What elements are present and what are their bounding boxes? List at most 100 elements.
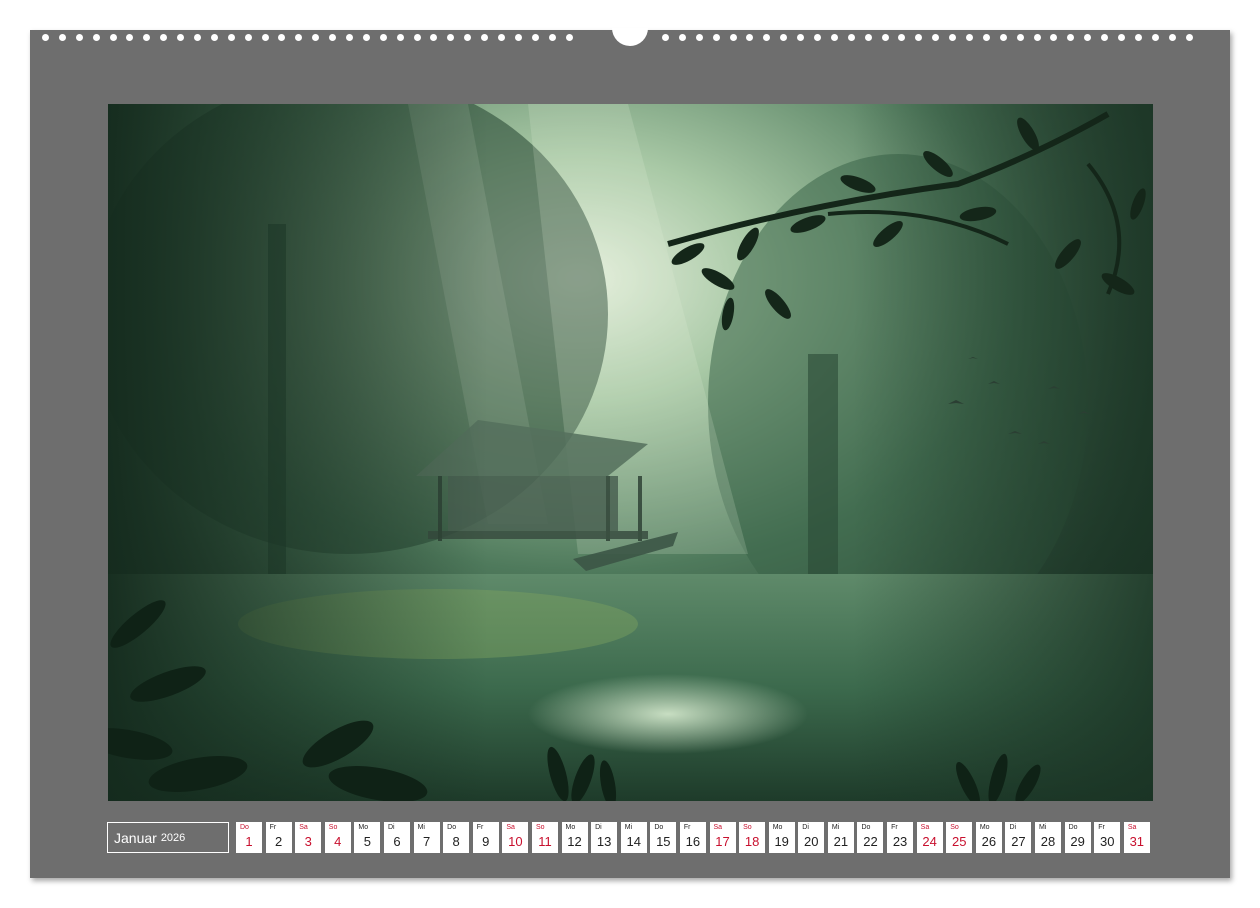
binding-hole: [42, 34, 49, 41]
weekday-label: Fr: [269, 824, 277, 831]
weekday-label: Fr: [891, 824, 898, 831]
weekday-label: Mo: [358, 824, 369, 831]
binding-hole: [847, 34, 855, 41]
day-cell: Fr 16: [679, 822, 706, 853]
binding-hole: [1016, 34, 1024, 41]
binding-hole: [814, 34, 822, 41]
binding-hole: [295, 34, 303, 41]
binding-hole: [531, 34, 539, 41]
day-number: 26: [981, 834, 997, 849]
binding-hole: [695, 34, 703, 41]
binding-hole: [1101, 34, 1109, 41]
weekday-label: Do: [1068, 824, 1078, 831]
binding-hole: [143, 34, 151, 41]
day-cell: Do 22: [857, 822, 884, 853]
binding-hole: [763, 34, 771, 41]
day-number: 16: [685, 834, 701, 849]
day-number: 12: [567, 834, 582, 849]
weekday-label: So: [535, 824, 545, 831]
month-label-box: Januar 2026: [107, 822, 229, 853]
binding-hole: [109, 34, 117, 41]
day-cell: Do 29: [1064, 822, 1091, 853]
binding-hole: [999, 34, 1007, 41]
weekday-label: Do: [654, 824, 664, 831]
weekday-label: So: [950, 824, 959, 831]
day-cell: Sa 10: [502, 822, 529, 853]
binding-hole: [1168, 34, 1176, 41]
binding-hole: [949, 34, 957, 41]
binding-hole: [430, 34, 438, 41]
binding-hole: [464, 34, 472, 41]
day-cell: Mo 19: [768, 822, 795, 853]
weekday-label: Do: [240, 824, 249, 831]
weekday-label: Sa: [299, 824, 308, 831]
weekday-label: Mi: [1039, 824, 1047, 831]
weekday-label: Sa: [1127, 824, 1137, 831]
binding-hole: [244, 34, 252, 41]
binding-hole: [881, 34, 889, 41]
weekday-label: So: [743, 824, 752, 831]
binding-hole: [346, 34, 354, 41]
binding-hole: [1033, 34, 1041, 41]
day-cell: Fr 2: [265, 822, 292, 853]
day-cell: So 4: [324, 822, 351, 853]
binding-hole: [447, 34, 455, 41]
day-number: 18: [744, 834, 760, 849]
weekday-label: Di: [595, 824, 602, 831]
day-number: 3: [304, 834, 312, 849]
day-number: 20: [804, 834, 819, 849]
weekday-label: Fr: [1098, 824, 1105, 831]
spiral-binding: [30, 28, 1230, 46]
binding-hole: [92, 34, 100, 41]
day-number: 29: [1070, 834, 1085, 849]
binding-holes-left: [42, 34, 573, 41]
day-number: 5: [363, 834, 371, 849]
binding-hole: [780, 34, 788, 41]
day-cell: Sa 24: [916, 822, 943, 853]
weekday-label: Mi: [417, 824, 425, 831]
month-year: 2026: [160, 831, 186, 844]
day-number: 19: [774, 834, 789, 849]
binding-hole: [662, 34, 669, 41]
day-number: 30: [1099, 834, 1115, 849]
day-cell: Do 15: [650, 822, 677, 853]
binding-hole: [498, 34, 506, 41]
day-number: 2: [274, 834, 283, 849]
binding-hole: [864, 34, 872, 41]
weekday-label: Fr: [683, 824, 691, 831]
day-number: 31: [1129, 834, 1145, 849]
day-cell: Mo 12: [561, 822, 588, 853]
binding-hole: [362, 34, 370, 41]
binding-hole: [1185, 34, 1193, 41]
day-cell: Di 20: [798, 822, 825, 853]
day-cell: Sa 17: [709, 822, 736, 853]
binding-holes-right: [662, 34, 1193, 41]
binding-hole: [126, 34, 134, 41]
binding-hole: [746, 34, 754, 41]
day-cell: Fr 9: [472, 822, 499, 853]
binding-hole: [1118, 34, 1126, 41]
binding-hole: [278, 34, 286, 41]
binding-hole: [160, 34, 168, 41]
binding-hole: [565, 34, 573, 41]
binding-hole: [915, 34, 923, 41]
binding-hole: [898, 34, 906, 41]
day-number: 25: [952, 834, 967, 849]
weekday-label: Sa: [506, 824, 515, 831]
day-cell: So 11: [531, 822, 558, 853]
day-number: 1: [245, 834, 253, 849]
day-number: 28: [1040, 834, 1056, 849]
day-number: 21: [833, 834, 849, 849]
day-number: 7: [422, 834, 431, 849]
day-cell: Mi 28: [1035, 822, 1062, 853]
day-cell: Di 27: [1005, 822, 1032, 853]
binding-hole: [194, 34, 202, 41]
binding-hole: [396, 34, 404, 41]
binding-hole: [1134, 34, 1142, 41]
weekday-label: Mi: [831, 824, 840, 831]
day-cell: Do 1: [236, 822, 262, 853]
misty-swamp-hut-image: [108, 104, 1153, 801]
calendar-photo: [108, 104, 1153, 801]
binding-hole: [58, 34, 66, 41]
binding-hole: [548, 34, 556, 41]
